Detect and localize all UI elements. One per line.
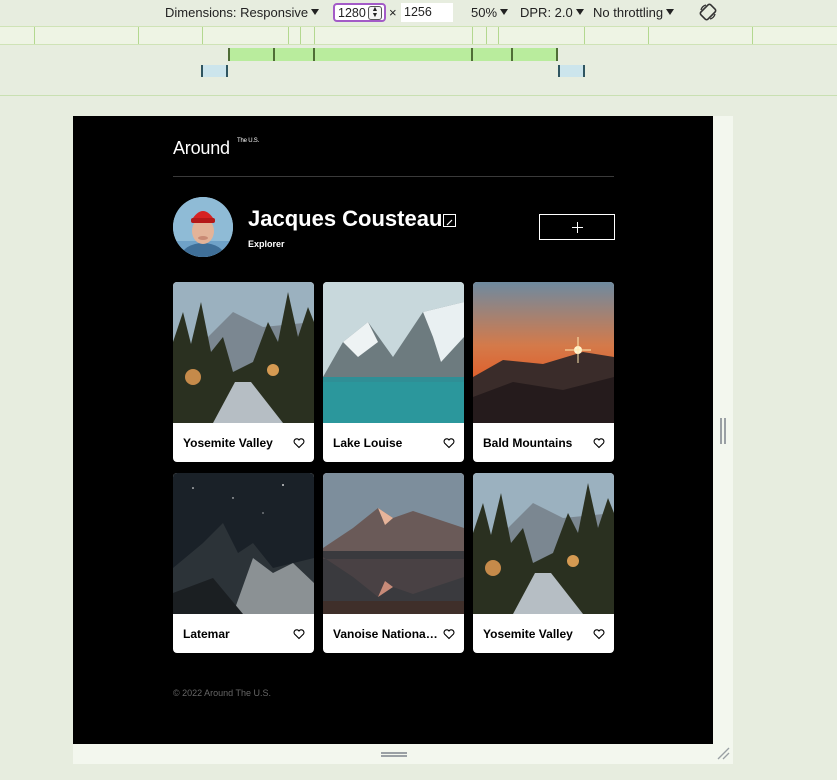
resize-handle-bottom[interactable]	[381, 752, 407, 757]
card-image[interactable]	[173, 282, 314, 423]
place-card: Bald Mountains	[473, 282, 614, 462]
place-card: Yosemite Valley	[173, 282, 314, 462]
width-input[interactable]: 1280 ▲ ▼	[333, 3, 386, 22]
media-query-bar-min-left[interactable]	[201, 65, 228, 77]
profile-name: Jacques Cousteau	[248, 206, 443, 231]
forest-river-image	[173, 282, 314, 423]
card-title: Vanoise National Park	[333, 627, 441, 641]
place-card: Lake Louise	[323, 282, 464, 462]
heart-icon[interactable]	[443, 437, 455, 449]
card-title: Yosemite Valley	[183, 436, 273, 450]
card-image[interactable]	[173, 473, 314, 614]
emulated-page: Around The U.S. Jacques Cousteau Explorer	[73, 116, 713, 744]
night-peaks-image	[173, 473, 314, 614]
zoom-label: 50%	[471, 5, 498, 20]
heart-icon[interactable]	[593, 437, 605, 449]
device-toolbar: Dimensions: Responsive 1280 ▲ ▼ × 1256 50%…	[0, 0, 837, 26]
alpine-reflection-image	[323, 473, 464, 614]
height-input[interactable]: 1256	[401, 3, 453, 22]
heart-icon[interactable]	[443, 628, 455, 640]
chevron-down-icon	[666, 9, 675, 15]
height-value: 1256	[404, 5, 432, 19]
add-place-button[interactable]	[539, 214, 615, 240]
throttling-select[interactable]: No throttling	[593, 5, 675, 20]
card-title: Yosemite Valley	[483, 627, 573, 641]
heart-icon[interactable]	[593, 628, 605, 640]
edit-profile-button[interactable]	[443, 214, 456, 227]
card-image[interactable]	[323, 282, 464, 423]
avatar[interactable]	[173, 197, 233, 257]
resize-corner-icon[interactable]	[716, 746, 730, 760]
dimensions-select[interactable]: Dimensions: Responsive	[165, 5, 320, 20]
chevron-down-icon	[500, 9, 509, 15]
footer-copyright: © 2022 Around The U.S.	[173, 688, 272, 698]
mountain-lake-image	[323, 282, 464, 423]
card-image[interactable]	[473, 282, 614, 423]
dimensions-label: Dimensions: Responsive	[165, 5, 309, 20]
place-card: Vanoise National Park	[323, 473, 464, 653]
card-title: Latemar	[183, 627, 230, 641]
card-image[interactable]	[473, 473, 614, 614]
card-image[interactable]	[323, 473, 464, 614]
sunset-image	[473, 282, 614, 423]
card-title: Lake Louise	[333, 436, 403, 450]
ruler-divider	[0, 95, 837, 96]
heart-icon[interactable]	[293, 628, 305, 640]
throttling-label: No throttling	[593, 5, 664, 20]
resize-handle-right[interactable]	[720, 418, 726, 444]
place-card: Latemar	[173, 473, 314, 653]
site-logo[interactable]: Around The U.S.	[173, 138, 259, 159]
logo-superscript: The U.S.	[237, 138, 260, 144]
header-divider	[173, 176, 614, 177]
heart-icon[interactable]	[293, 437, 305, 449]
zoom-select[interactable]: 50%	[471, 5, 509, 20]
media-query-bar-range[interactable]	[228, 48, 558, 61]
avatar-photo	[173, 197, 233, 257]
rotate-icon[interactable]	[698, 2, 718, 22]
stepper-icon[interactable]: ▲ ▼	[368, 6, 382, 20]
card-title: Bald Mountains	[483, 436, 573, 450]
profile-description: Explorer	[248, 239, 285, 249]
forest-river-image	[473, 473, 614, 614]
pencil-icon	[446, 219, 453, 226]
logo-text: Around	[173, 138, 230, 158]
place-card: Yosemite Valley	[473, 473, 614, 653]
chevron-down-icon	[311, 9, 320, 15]
dpr-label: DPR: 2.0	[520, 5, 573, 20]
times-symbol: ×	[389, 5, 397, 20]
width-value: 1280	[338, 6, 366, 20]
media-query-bar-max[interactable]	[0, 26, 837, 45]
media-query-bar-min-right[interactable]	[558, 65, 585, 77]
chevron-down-icon	[575, 9, 584, 15]
dpr-select[interactable]: DPR: 2.0	[520, 5, 584, 20]
